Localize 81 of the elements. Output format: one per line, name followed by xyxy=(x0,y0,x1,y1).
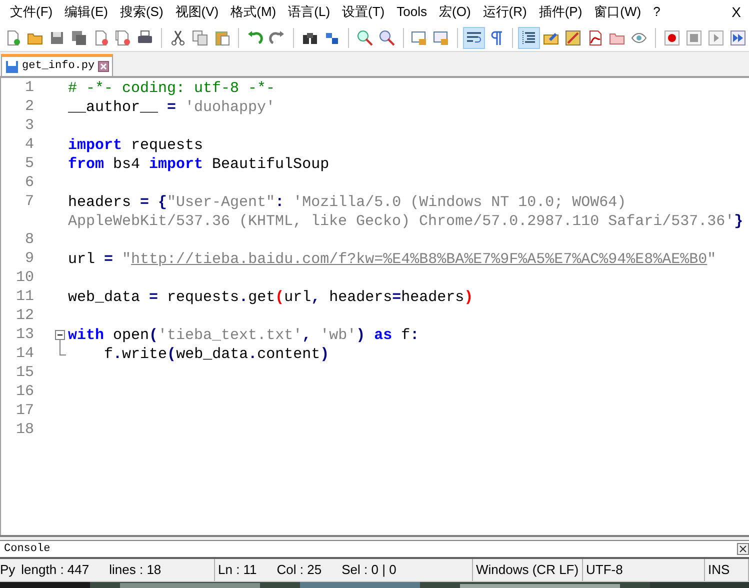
status-text: Ln : 11 xyxy=(218,561,257,580)
code-line: web_data = requests.get(url, headers=headers) xyxy=(68,288,474,307)
status-text: Col : 25 xyxy=(276,561,322,580)
toolbar-button[interactable] xyxy=(463,26,486,48)
indent-guide-icon xyxy=(521,30,538,46)
play-icon xyxy=(708,30,724,46)
fold-marker-icon[interactable] xyxy=(55,330,66,345)
code-line: with open('tieba_text.txt', 'wb') as f: xyxy=(68,326,420,345)
save-icon xyxy=(5,60,19,74)
menu-item[interactable]: Tools xyxy=(390,0,433,24)
menu-item[interactable]: 编辑(E) xyxy=(58,0,114,24)
line-number: 5 xyxy=(24,155,34,172)
undo-icon xyxy=(246,30,263,46)
line-number: 7 xyxy=(24,193,34,210)
toolbar-button[interactable] xyxy=(518,26,540,48)
line-number: 1 xyxy=(24,79,34,96)
tab-label: get_info.py xyxy=(22,59,95,74)
url-link[interactable]: http://tieba.baidu.com/f?kw=%E4%B8%BA%E7%9F%A5%E7%AC%94%E8%AE%B0 xyxy=(131,251,708,268)
copy-icon xyxy=(192,30,208,46)
line-number: 12 xyxy=(16,307,34,324)
file-tab[interactable]: get_info.py xyxy=(1,54,113,76)
menu-item[interactable]: 文件(F) xyxy=(4,0,59,24)
pdf-icon xyxy=(587,30,604,46)
menu-item[interactable]: 窗口(W) xyxy=(588,0,648,24)
code-line: from bs4 import BeautifulSoup xyxy=(68,155,330,174)
code-line: AppleWebKit/537.36 (KHTML, like Gecko) Chrome/57.0.2987.110 Safari/537.36'} xyxy=(68,212,744,231)
panel-title: Console xyxy=(4,542,50,557)
close-icon[interactable] xyxy=(98,61,109,72)
status-text: Windows (CR LF) xyxy=(476,561,579,580)
zoom-out-icon xyxy=(378,30,395,46)
menu-item[interactable]: 语言(L) xyxy=(282,0,336,24)
line-number: 10 xyxy=(16,269,34,286)
zoom-in-icon xyxy=(356,30,373,46)
stop-icon xyxy=(686,30,702,46)
fast-forward-icon xyxy=(730,30,746,46)
line-number: 9 xyxy=(24,250,34,268)
word-wrap-icon xyxy=(466,30,482,46)
close-icon[interactable] xyxy=(737,543,749,555)
line-number: 17 xyxy=(16,402,34,420)
cut-icon xyxy=(170,30,186,46)
menu-item[interactable]: 运行(R) xyxy=(476,0,533,24)
code-line: f.write(web_data.content) xyxy=(103,345,330,364)
close-file-icon xyxy=(92,30,109,46)
status-text: INS xyxy=(708,561,730,580)
code-line: # -*- coding: utf-8 -*- xyxy=(68,79,276,98)
paste-icon xyxy=(214,30,230,46)
line-number: 2 xyxy=(24,98,34,116)
line-number: 14 xyxy=(16,345,34,362)
code-line: __author__ = 'duohappy' xyxy=(68,98,276,117)
menu-item[interactable]: ? xyxy=(647,0,666,24)
line-number: 4 xyxy=(24,136,34,154)
close-all-icon xyxy=(114,30,131,46)
menu-item[interactable]: 宏(O) xyxy=(433,0,477,24)
line-number: 13 xyxy=(16,326,34,344)
line-number: 8 xyxy=(24,231,34,248)
status-text: Py xyxy=(0,561,16,580)
status-text: length : 447 xyxy=(21,561,90,580)
code-line: headers = {"User-Agent": 'Mozilla/5.0 (Windows NT 10.0; WOW64) xyxy=(68,193,626,212)
line-number: 18 xyxy=(16,421,34,438)
redo-icon xyxy=(268,30,285,46)
save-all-icon xyxy=(70,30,87,46)
line-number: 16 xyxy=(16,383,34,400)
status-text: Sel : 0 | 0 xyxy=(342,561,396,580)
record-icon xyxy=(664,30,680,46)
menu-item[interactable]: 插件(P) xyxy=(532,0,588,24)
line-number: 15 xyxy=(16,364,34,382)
status-text: UTF-8 xyxy=(586,561,623,580)
close-button[interactable]: X xyxy=(724,2,749,22)
menu-item[interactable]: 搜索(S) xyxy=(114,0,170,24)
menu-item[interactable]: 格式(M) xyxy=(224,0,282,24)
line-number: 6 xyxy=(24,174,34,192)
line-number: 3 xyxy=(24,117,34,134)
new-file-icon xyxy=(4,30,21,46)
menu-item[interactable]: 设置(T) xyxy=(336,0,391,24)
print-icon xyxy=(136,30,153,46)
line-number: 11 xyxy=(16,288,34,306)
code-line: url = "http://tieba.baidu.com/f?kw=%E4%B8%BA%E7%9F%A5%E7%AC%94%E8%AE%B0" xyxy=(68,250,716,269)
code-line: import requests xyxy=(68,136,204,155)
save-icon xyxy=(48,30,65,46)
status-text: lines : 18 xyxy=(109,561,162,580)
menu-item[interactable]: 视图(V) xyxy=(169,0,225,24)
